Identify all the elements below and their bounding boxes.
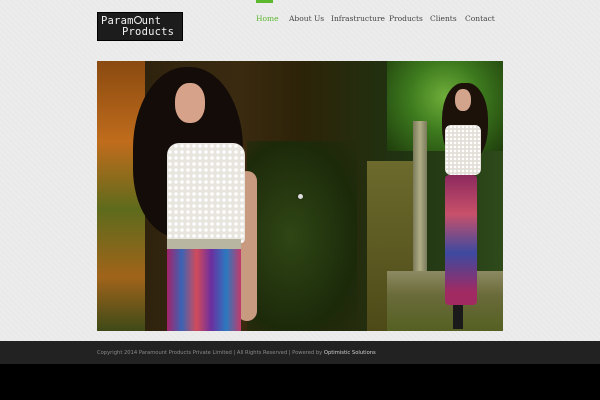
model-2-pants <box>445 175 477 305</box>
site-footer: Copyright 2014 Paramount Products Privat… <box>0 341 600 364</box>
hero-slider[interactable] <box>97 61 503 331</box>
hero-pillar <box>413 121 427 291</box>
slider-dot[interactable] <box>298 194 303 199</box>
nav-products[interactable]: Products <box>389 14 423 23</box>
hero-foliage <box>247 141 357 331</box>
logo-line-2: Products <box>122 26 175 38</box>
model-2-top <box>445 125 481 175</box>
nav-active-indicator <box>256 0 273 3</box>
model-1-belt <box>167 239 241 249</box>
nav-about-us[interactable]: About Us <box>289 14 324 23</box>
footer-copyright: Copyright 2014 Paramount Products Privat… <box>97 350 376 356</box>
nav-home[interactable]: Home <box>256 14 279 23</box>
copyright-text: Copyright 2014 Paramount Products Privat… <box>97 350 324 356</box>
powered-by-link[interactable]: Optimistic Solutions <box>324 350 376 356</box>
model-1-face <box>175 83 205 123</box>
nav-contact[interactable]: Contact <box>465 14 495 23</box>
model-2-face <box>455 89 471 111</box>
model-1-pants <box>167 249 241 331</box>
main-nav: Home About Us Infrastructure Products Cl… <box>0 0 600 28</box>
model-1-top <box>167 143 245 243</box>
nav-clients[interactable]: Clients <box>430 14 457 23</box>
model-2-shoe <box>453 305 463 329</box>
nav-infrastructure[interactable]: Infrastructure <box>331 14 385 23</box>
bottom-bar <box>0 364 600 400</box>
